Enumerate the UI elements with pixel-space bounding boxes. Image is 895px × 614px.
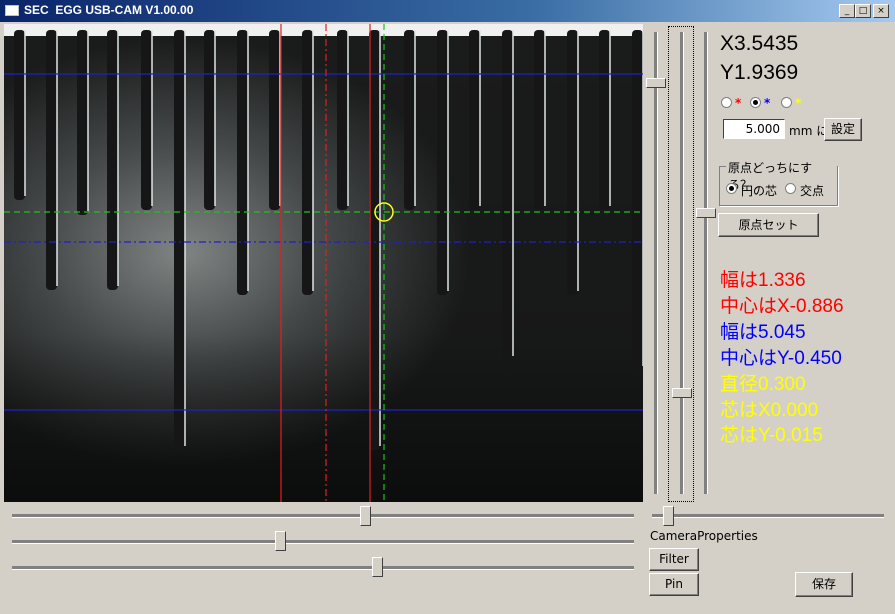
ruler-tick-highlight [24,30,26,196]
vertical-slider-thumb[interactable] [646,78,666,89]
marker-radio-blue[interactable] [750,97,761,108]
x-coordinate: X3.5435 [720,32,799,55]
yellow-core-y-result: 芯はY-0.015 [720,425,823,446]
ruler-tick [14,30,25,200]
filter-button[interactable]: Filter [649,548,699,571]
yellow-diameter-result: 直径0.300 [720,374,806,395]
yellow-core-x-result: 芯はX0.000 [720,400,819,421]
marker-radio-yellow[interactable] [781,97,792,108]
ruler-tick [107,30,118,290]
ruler-tick [632,30,643,370]
origin-radio-circle-core[interactable] [726,183,737,194]
origin-option-circle-core: 円の芯 [741,184,778,198]
blue-star-label: * [764,96,771,110]
ruler-tick [302,30,313,295]
ruler-tick [567,30,578,295]
red-width-result: 幅は1.336 [720,270,806,291]
ruler-tick-highlight [577,30,579,291]
ruler-tick [404,30,415,210]
yellow-star-label: * [795,96,802,110]
ruler-tick-highlight [247,30,249,291]
pin-button[interactable]: Pin [649,573,699,596]
app-icon [5,5,19,16]
calibration-input[interactable]: 5.000 [723,119,785,139]
ruler-tick [141,30,152,210]
ruler-tick-highlight [414,30,416,206]
ruler-tick-highlight [214,30,216,206]
camera-view[interactable] [4,24,643,502]
camera-slider-track[interactable] [652,514,884,518]
horizontal-slider-thumb[interactable] [274,531,286,551]
window-title: SEC EGG USB-CAM V1.00.00 [24,3,194,17]
ruler-tick-highlight [479,30,481,206]
red-star-label: * [735,96,742,110]
vertical-slider-track[interactable] [680,32,684,494]
set-button[interactable]: 設定 [824,118,862,141]
ruler-tick-highlight [87,30,89,211]
marker-radio-red[interactable] [721,97,732,108]
camera-image [4,24,643,502]
blue-width-result: 幅は5.045 [720,322,806,343]
ruler-tick [599,30,610,210]
ruler-tick [204,30,215,210]
ruler-tick [369,30,380,450]
ruler-tick-highlight [117,30,119,286]
minimize-button[interactable]: _ [839,4,855,18]
ruler-tick-highlight [184,30,186,446]
horizontal-slider-track[interactable] [12,566,634,570]
ruler-tick-highlight [151,30,153,206]
y-coordinate: Y1.9369 [720,61,799,84]
ruler-tick-highlight [609,30,611,206]
ruler-tick [502,30,513,360]
horizontal-slider-track[interactable] [12,540,634,544]
set-origin-button[interactable]: 原点セット [718,213,819,237]
ruler-tick [337,30,348,210]
ruler-tick-highlight [347,30,349,206]
ruler-tick [46,30,57,290]
horizontal-slider-thumb[interactable] [372,557,384,577]
horizontal-slider-track[interactable] [12,514,634,518]
red-center-result: 中心はX-0.886 [720,296,844,317]
vertical-slider-track[interactable] [654,32,658,494]
ruler-tick-highlight [379,30,381,446]
ruler-tick [437,30,448,295]
camera-properties-label[interactable]: CameraProperties [650,529,758,543]
origin-option-intersection: 交点 [800,184,825,198]
origin-radio-intersection[interactable] [785,183,796,194]
ruler-tick-highlight [312,30,314,291]
vertical-slider-thumb[interactable] [672,387,692,398]
maximize-button[interactable]: □ [855,4,871,18]
ruler-tick [534,30,545,210]
ruler-tick [237,30,248,295]
title-bar: SEC EGG USB-CAM V1.00.00 _ □ × [0,0,895,22]
ruler-tick-highlight [512,30,514,356]
ruler-tick [269,30,280,210]
camera-slider-thumb[interactable] [663,506,675,526]
ruler-tick [174,30,185,450]
save-button[interactable]: 保存 [795,572,853,597]
ruler-tick-highlight [544,30,546,206]
vertical-slider-track[interactable] [704,32,708,494]
ruler-tick-highlight [642,30,643,366]
ruler-tick [77,30,88,215]
vertical-slider-thumb[interactable] [696,207,716,218]
ruler-tick-highlight [56,30,58,286]
ruler-tick-highlight [447,30,449,291]
horizontal-slider-thumb[interactable] [360,506,372,526]
blue-center-result: 中心はY-0.450 [720,348,842,369]
close-button[interactable]: × [873,4,889,18]
ruler-tick [469,30,480,210]
mm-unit-label: mm に [789,124,829,138]
